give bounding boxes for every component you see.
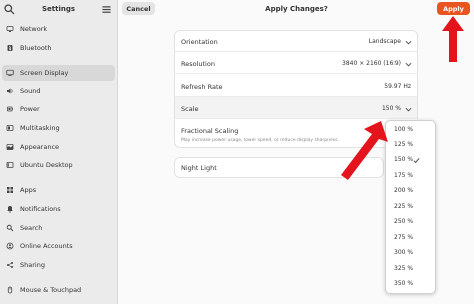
scale-option-label: 150 % bbox=[394, 156, 414, 163]
sidebar-item-label: Ubuntu Desktop bbox=[20, 161, 73, 169]
scale-option[interactable]: 250 % bbox=[386, 216, 435, 229]
desktop-icon bbox=[6, 162, 14, 168]
scale-option-label: 125 % bbox=[394, 141, 414, 148]
sidebar-item-apps[interactable]: Apps bbox=[2, 182, 115, 198]
sidebar-item-label: Notifications bbox=[20, 205, 61, 213]
scale-row[interactable]: Scale 150 % bbox=[175, 97, 417, 119]
resolution-label: Resolution bbox=[181, 60, 215, 68]
sidebar-item-label: Power bbox=[20, 105, 40, 113]
sidebar-item-label: Online Accounts bbox=[20, 242, 73, 250]
annotation-arrow-icon bbox=[442, 16, 464, 62]
sidebar-item-mouse-touchpad[interactable]: Mouse & Touchpad bbox=[2, 282, 115, 298]
sidebar-item-bluetooth[interactable]: Bluetooth bbox=[2, 40, 115, 56]
scale-label: Scale bbox=[181, 105, 199, 113]
scale-option[interactable]: 225 % bbox=[386, 201, 435, 214]
orientation-value: Landscape bbox=[368, 38, 401, 45]
scale-option[interactable]: 200 % bbox=[386, 185, 435, 198]
scale-option[interactable]: 325 % bbox=[386, 263, 435, 276]
sidebar-item-label: Network bbox=[20, 25, 48, 33]
orientation-label: Orientation bbox=[181, 38, 218, 46]
sidebar-item-notifications[interactable]: Notifications bbox=[2, 201, 115, 217]
scale-option-label: 275 % bbox=[394, 234, 414, 241]
search-icon bbox=[6, 224, 14, 232]
scale-option-label: 175 % bbox=[394, 172, 414, 179]
checkmark-icon bbox=[413, 158, 420, 164]
scale-option[interactable]: 350 % bbox=[386, 278, 435, 291]
sidebar: Settings Network Bluetooth Screen Displa… bbox=[0, 0, 118, 304]
sidebar-item-label: Sound bbox=[20, 87, 41, 95]
scale-option[interactable]: 275 % bbox=[386, 232, 435, 245]
sidebar-item-power[interactable]: Power bbox=[2, 101, 115, 117]
power-icon bbox=[7, 106, 13, 112]
mouse-icon bbox=[7, 286, 13, 294]
scale-option-label: 325 % bbox=[394, 265, 414, 272]
scale-option-label: 350 % bbox=[394, 280, 414, 287]
accounts-icon bbox=[6, 242, 14, 250]
chevron-down-icon bbox=[405, 40, 412, 45]
sidebar-item-sound[interactable]: Sound bbox=[2, 83, 115, 99]
sound-icon bbox=[7, 88, 13, 94]
refresh-rate-value: 59.97 Hz bbox=[384, 83, 411, 90]
chevron-down-icon bbox=[405, 107, 412, 112]
sidebar-item-screen-display[interactable]: Screen Display bbox=[2, 65, 115, 81]
sidebar-item-label: Apps bbox=[20, 186, 37, 194]
display-icon bbox=[6, 69, 14, 76]
sidebar-item-ubuntu-desktop[interactable]: Ubuntu Desktop bbox=[2, 157, 115, 173]
bell-icon bbox=[7, 206, 13, 213]
scale-dropdown: 100 % 125 % 150 % 175 % 200 % 225 % 250 … bbox=[385, 120, 436, 294]
sidebar-header: Settings bbox=[0, 0, 117, 20]
fractional-scaling-description: May increase power usage, lower speed, o… bbox=[181, 138, 339, 143]
scale-option-selected[interactable]: 150 % bbox=[386, 154, 435, 167]
night-light-label: Night Light bbox=[181, 164, 217, 172]
chevron-down-icon bbox=[405, 62, 412, 67]
sidebar-item-network[interactable]: Network bbox=[2, 21, 115, 37]
sidebar-item-label: Screen Display bbox=[20, 69, 69, 77]
resolution-value: 3840 × 2160 (16∶9) bbox=[342, 60, 401, 67]
scale-option[interactable]: 300 % bbox=[386, 247, 435, 260]
scale-option-label: 300 % bbox=[394, 249, 414, 256]
page-title: Apply Changes? bbox=[265, 5, 328, 13]
multitasking-icon bbox=[6, 125, 14, 131]
refresh-rate-label: Refresh Rate bbox=[181, 83, 223, 91]
scale-option-label: 250 % bbox=[394, 218, 414, 225]
scale-option[interactable]: 175 % bbox=[386, 170, 435, 183]
apps-icon bbox=[7, 187, 13, 193]
hamburger-menu-icon[interactable] bbox=[100, 3, 113, 16]
sidebar-item-label: Search bbox=[20, 224, 43, 232]
fractional-scaling-label: Fractional Scaling bbox=[181, 127, 239, 135]
bluetooth-icon bbox=[7, 45, 13, 52]
sidebar-item-online-accounts[interactable]: Online Accounts bbox=[2, 238, 115, 254]
sidebar-item-multitasking[interactable]: Multitasking bbox=[2, 120, 115, 136]
refresh-rate-row: Refresh Rate 59.97 Hz bbox=[175, 74, 417, 97]
sidebar-item-label: Multitasking bbox=[20, 124, 60, 132]
cancel-button[interactable]: Cancel bbox=[122, 2, 155, 15]
appearance-icon bbox=[6, 144, 14, 150]
scale-option-label: 200 % bbox=[394, 187, 414, 194]
annotation-arrow-icon bbox=[341, 121, 388, 180]
network-icon bbox=[6, 26, 14, 32]
orientation-row[interactable]: Orientation Landscape bbox=[175, 31, 417, 52]
sidebar-item-search[interactable]: Search bbox=[2, 220, 115, 236]
scale-option[interactable]: 125 % bbox=[386, 139, 435, 152]
resolution-row[interactable]: Resolution 3840 × 2160 (16∶9) bbox=[175, 52, 417, 74]
sidebar-item-sharing[interactable]: Sharing bbox=[2, 257, 115, 273]
sidebar-item-label: Mouse & Touchpad bbox=[20, 286, 82, 294]
scale-option[interactable]: 100 % bbox=[386, 124, 435, 137]
header-bar: Apply Changes? Cancel Apply bbox=[119, 0, 474, 20]
scale-option-label: 100 % bbox=[394, 126, 414, 133]
sidebar-item-label: Bluetooth bbox=[20, 44, 52, 52]
scale-option-label: 225 % bbox=[394, 203, 414, 210]
sidebar-item-label: Appearance bbox=[20, 143, 60, 151]
sidebar-item-appearance[interactable]: Appearance bbox=[2, 139, 115, 155]
sidebar-item-label: Sharing bbox=[20, 261, 45, 269]
share-icon bbox=[7, 262, 13, 268]
scale-value: 150 % bbox=[381, 105, 401, 112]
